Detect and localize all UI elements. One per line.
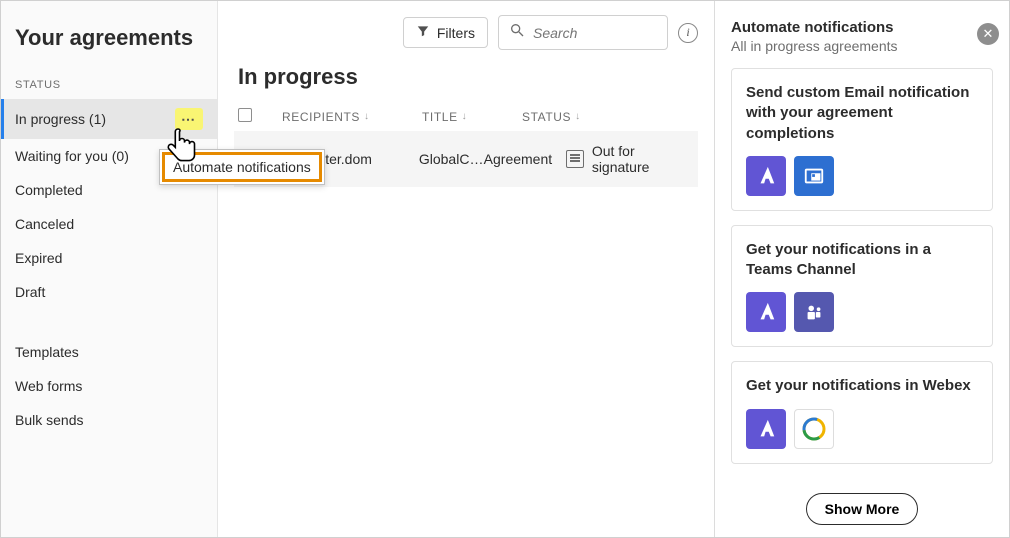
funnel-icon xyxy=(416,24,430,41)
row-status: Out for signature xyxy=(566,143,694,175)
adobe-icon[interactable] xyxy=(746,409,786,449)
filters-button[interactable]: Filters xyxy=(403,17,488,48)
sort-down-icon: ↓ xyxy=(364,111,370,122)
sidebar-item-label: Draft xyxy=(15,284,45,300)
sort-down-icon: ↓ xyxy=(575,111,581,122)
sidebar-item-label: Completed xyxy=(15,182,83,198)
col-recipients[interactable]: RECIPIENTS↓ xyxy=(282,110,422,124)
select-all-checkbox[interactable] xyxy=(238,108,252,122)
sidebar-item[interactable]: Expired xyxy=(1,241,217,275)
show-more-button[interactable]: Show More xyxy=(806,493,919,525)
outlook-icon[interactable] xyxy=(794,156,834,196)
close-button[interactable]: ✕ xyxy=(977,23,999,45)
table-header: RECIPIENTS↓ TITLE↓ STATUS↓ xyxy=(234,102,698,131)
adobe-icon[interactable] xyxy=(746,292,786,332)
card-title: Get your notifications in a Teams Channe… xyxy=(746,240,978,281)
sidebar-item[interactable]: Bulk sends xyxy=(1,403,217,437)
panel-title: Automate notifications xyxy=(731,19,993,36)
page-title: Your agreements xyxy=(1,19,217,79)
teams-icon[interactable] xyxy=(794,292,834,332)
row-title: GlobalC… xyxy=(419,151,484,167)
search-input[interactable] xyxy=(533,25,657,41)
search-icon xyxy=(509,22,525,43)
automation-card[interactable]: Get your notifications in Webex xyxy=(731,361,993,463)
sidebar-item[interactable]: Canceled xyxy=(1,207,217,241)
status-heading: STATUS xyxy=(1,79,217,99)
search-box[interactable] xyxy=(498,15,668,50)
section-title: In progress xyxy=(238,64,698,90)
close-icon: ✕ xyxy=(983,26,994,42)
sidebar-item[interactable]: Web forms xyxy=(1,369,217,403)
info-button[interactable]: i xyxy=(678,23,698,43)
webex-icon[interactable] xyxy=(794,409,834,449)
sort-down-icon: ↓ xyxy=(462,111,468,122)
col-title[interactable]: TITLE↓ xyxy=(422,110,522,124)
filters-label: Filters xyxy=(437,25,475,41)
row-type: Agreement xyxy=(484,151,566,167)
panel-subtitle: All in progress agreements xyxy=(731,38,993,54)
sidebar-item[interactable]: Templates xyxy=(1,335,217,369)
sidebar-item-label: In progress (1) xyxy=(15,111,106,127)
document-icon xyxy=(566,150,584,168)
context-menu: Automate notifications xyxy=(159,149,325,185)
sidebar-item[interactable]: Draft xyxy=(1,275,217,309)
sidebar-item-label: Waiting for you (0) xyxy=(15,148,129,164)
automation-card[interactable]: Get your notifications in a Teams Channe… xyxy=(731,225,993,348)
automation-card[interactable]: Send custom Email notification with your… xyxy=(731,68,993,211)
sidebar-item[interactable]: In progress (1) ⋯ xyxy=(1,99,217,139)
col-status[interactable]: STATUS↓ xyxy=(522,110,652,124)
sidebar-item-label: Expired xyxy=(15,250,62,266)
card-title: Send custom Email notification with your… xyxy=(746,83,978,144)
adobe-icon[interactable] xyxy=(746,156,786,196)
sidebar-item-label: Canceled xyxy=(15,216,74,232)
automate-notifications-menu-item[interactable]: Automate notifications xyxy=(162,152,322,182)
card-title: Get your notifications in Webex xyxy=(746,376,978,396)
more-options-button[interactable]: ⋯ xyxy=(175,108,203,130)
